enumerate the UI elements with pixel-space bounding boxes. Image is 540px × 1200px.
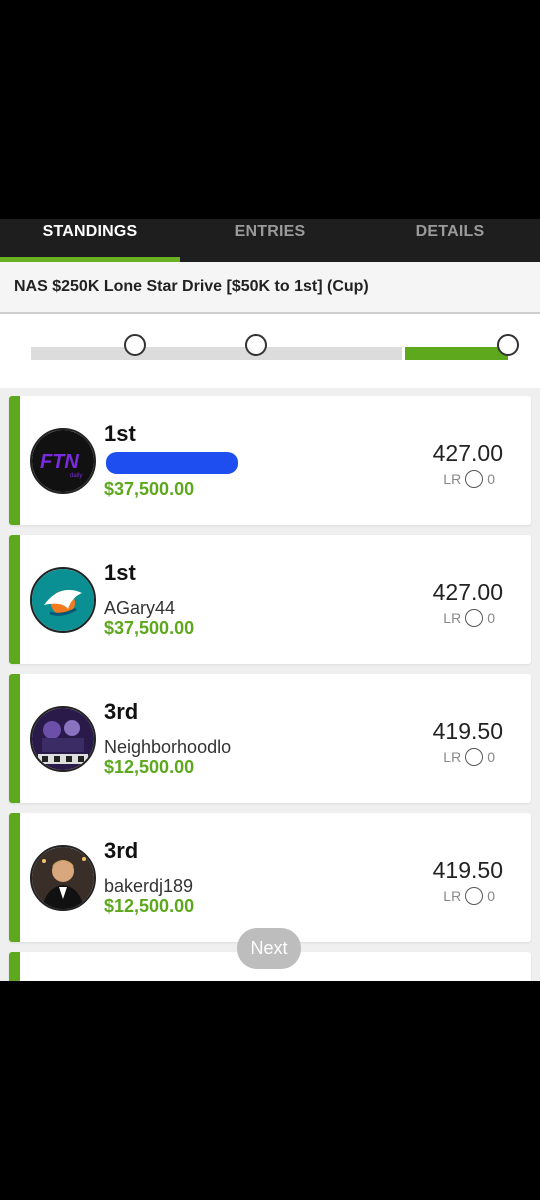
avatar (30, 706, 96, 772)
prize-amount: $37,500.00 (104, 618, 195, 638)
step-marker-3[interactable] (497, 334, 519, 356)
username: AGary44 (104, 598, 176, 618)
standing-row[interactable]: 3rd Neighborhoodlo $12,500.00 419.50 LR … (9, 674, 531, 803)
app-screen: STANDINGS ENTRIES DETAILS NAS $250K Lone… (0, 219, 540, 981)
standing-row[interactable]: 3rd bakerdj189 $12,500.00 419.50 LR 0 (9, 813, 531, 942)
tab-details[interactable]: DETAILS (360, 219, 540, 262)
svg-text:daily: daily (70, 473, 82, 479)
username-redaction (106, 452, 238, 474)
ftn-logo-icon: FTN daily (32, 430, 94, 492)
avatar (30, 567, 96, 633)
avatar: FTN daily (30, 428, 96, 494)
row-accent-bar (9, 674, 20, 803)
step-marker-1[interactable] (124, 334, 146, 356)
row-accent-bar (9, 535, 20, 664)
row-accent-bar (9, 952, 20, 981)
lr-value: 0 (487, 888, 495, 904)
progress-stepper (0, 314, 540, 388)
prize-amount: $12,500.00 (104, 757, 195, 777)
clock-icon (465, 609, 484, 627)
step-marker-2[interactable] (245, 334, 267, 356)
username: bakerdj189 (104, 876, 194, 896)
avatar (30, 845, 96, 911)
score-value: 419.50 (432, 718, 503, 744)
prize-amount: $12,500.00 (104, 896, 195, 916)
tab-bar: STANDINGS ENTRIES DETAILS (0, 219, 540, 262)
lr-label: LR (443, 749, 462, 765)
vikings-photo-icon (32, 708, 94, 770)
row-accent-bar (9, 396, 20, 525)
late-reg-indicator: LR 0 (443, 609, 495, 627)
clock-icon (465, 748, 484, 766)
late-reg-indicator: LR 0 (443, 887, 495, 905)
standing-row[interactable]: FTN daily 1st $37,500.00 427.00 LR 0 (9, 396, 531, 525)
rank-label: 1st (104, 421, 136, 446)
late-reg-indicator: LR 0 (443, 470, 495, 488)
row-accent-bar (9, 813, 20, 942)
progress-fill (405, 347, 508, 360)
rank-label: 1st (104, 560, 136, 585)
lr-label: LR (443, 471, 462, 487)
lr-value: 0 (487, 749, 495, 765)
username: Neighborhoodlo (104, 737, 232, 757)
prize-amount: $37,500.00 (104, 479, 195, 499)
svg-text:FTN: FTN (40, 451, 79, 473)
lr-value: 0 (487, 471, 495, 487)
progress-track (31, 347, 402, 360)
man-in-suit-photo-icon (32, 847, 94, 909)
score-value: 427.00 (432, 440, 503, 466)
lr-value: 0 (487, 610, 495, 626)
lr-label: LR (443, 888, 462, 904)
score-value: 419.50 (432, 857, 503, 883)
tab-entries[interactable]: ENTRIES (180, 219, 360, 262)
lr-label: LR (443, 610, 462, 626)
dolphins-logo-icon (32, 569, 94, 631)
rank-label: 3rd (104, 838, 139, 863)
late-reg-indicator: LR 0 (443, 748, 495, 766)
contest-title: NAS $250K Lone Star Drive [$50K to 1st] … (0, 262, 540, 314)
clock-icon (465, 470, 484, 488)
rank-label: 3rd (104, 699, 139, 724)
standing-row[interactable]: 1st AGary44 $37,500.00 427.00 LR 0 (9, 535, 531, 664)
clock-icon (465, 887, 484, 905)
next-button[interactable]: Next (237, 928, 301, 969)
score-value: 427.00 (432, 579, 503, 605)
tab-standings[interactable]: STANDINGS (0, 219, 180, 262)
